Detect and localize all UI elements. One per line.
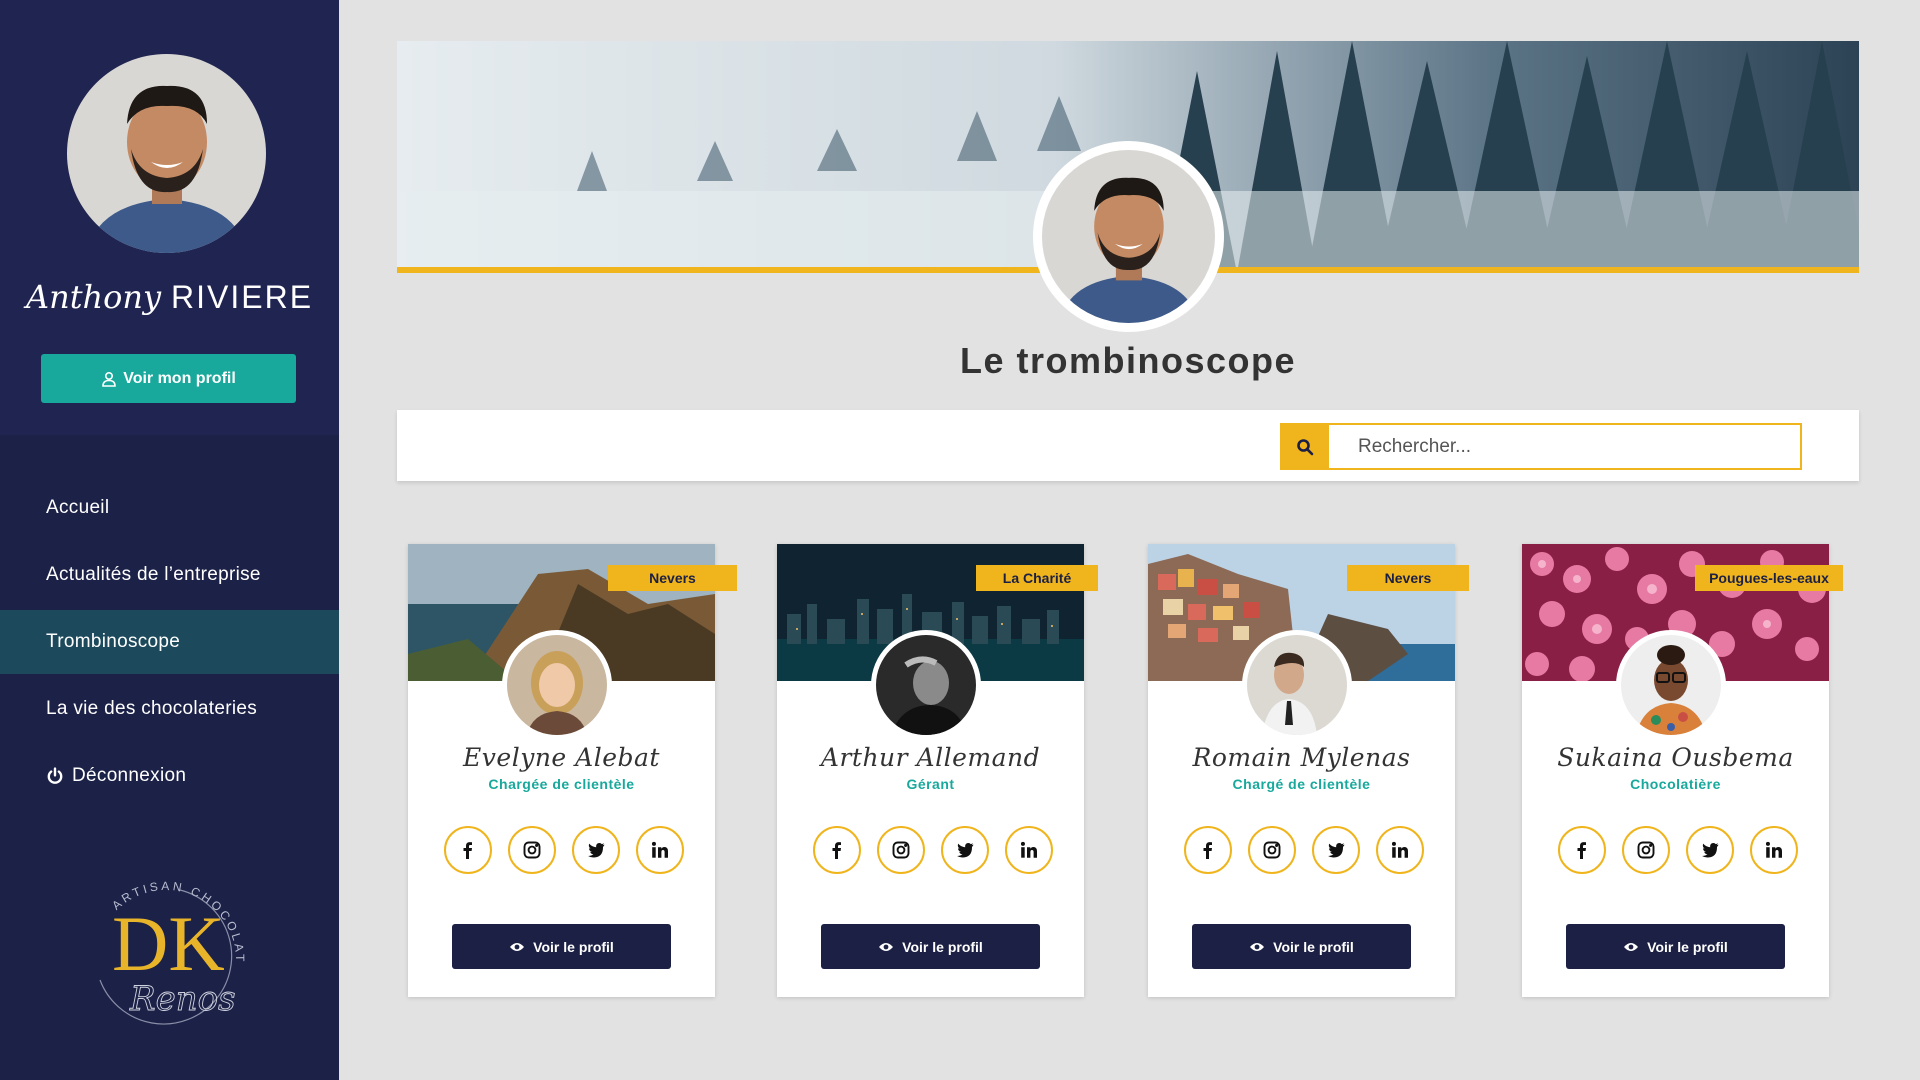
search-input[interactable] — [1329, 423, 1802, 470]
location-badge: Nevers — [608, 565, 737, 591]
view-profile-button[interactable]: Voir le profil — [1566, 924, 1785, 969]
user-name: Anthony RIVIERE — [0, 278, 339, 316]
employee-role: Chargée de clientèle — [488, 776, 635, 792]
employee-card: Pougues-les-eaux Sukaina Ousbema Chocola… — [1522, 544, 1843, 997]
location-badge: La Charité — [976, 565, 1098, 591]
social-links — [1184, 826, 1424, 876]
sidebar: Anthony RIVIERE Voir mon profil Accueil … — [0, 0, 339, 1080]
instagram-icon[interactable] — [877, 826, 925, 874]
employee-card: La Charité Arthur Allemand Gérant Voir l… — [777, 544, 1098, 997]
employee-avatar — [1242, 630, 1352, 740]
sidebar-item-trombinoscope[interactable]: Trombinoscope — [0, 610, 339, 674]
employee-avatar — [1616, 630, 1726, 740]
instagram-icon[interactable] — [508, 826, 556, 874]
view-my-profile-label: Voir mon profil — [123, 369, 236, 387]
user-icon — [102, 371, 117, 387]
user-first-name: Anthony — [25, 278, 162, 316]
page-title: Le trombinoscope — [959, 340, 1297, 381]
instagram-icon[interactable] — [1248, 826, 1296, 874]
power-icon — [47, 767, 63, 784]
employee-name: Evelyne Alebat — [463, 743, 660, 772]
linkedin-icon[interactable] — [636, 826, 684, 874]
linkedin-icon[interactable] — [1376, 826, 1424, 874]
social-links — [813, 826, 1053, 876]
twitter-icon[interactable] — [941, 826, 989, 874]
sidebar-nav: Accueil Actualités de l’entreprise Tromb… — [0, 476, 339, 811]
eye-icon — [1624, 942, 1639, 951]
employee-avatar — [502, 630, 612, 740]
search-button[interactable] — [1280, 423, 1329, 470]
main-user-avatar — [1033, 141, 1224, 332]
user-avatar[interactable] — [67, 54, 266, 253]
employee-avatar — [871, 630, 981, 740]
employee-name: Arthur Allemand — [820, 743, 1041, 772]
twitter-icon[interactable] — [1686, 826, 1734, 874]
logo-signature: Renos — [129, 979, 236, 1019]
employee-role: Chocolatière — [1630, 776, 1721, 792]
sidebar-item-label: Accueil — [46, 497, 110, 518]
view-profile-label: Voir le profil — [1647, 938, 1728, 955]
view-profile-label: Voir le profil — [1273, 938, 1354, 955]
view-my-profile-button[interactable]: Voir mon profil — [41, 354, 296, 403]
logo-monogram: DK — [112, 900, 225, 987]
eye-icon — [510, 942, 525, 951]
facebook-icon[interactable] — [813, 826, 861, 874]
sidebar-item-label: Actualités de l’entreprise — [46, 564, 261, 585]
search-icon — [1296, 438, 1313, 455]
view-profile-button[interactable]: Voir le profil — [821, 924, 1040, 969]
view-profile-button[interactable]: Voir le profil — [1192, 924, 1411, 969]
view-profile-button[interactable]: Voir le profil — [452, 924, 671, 969]
view-profile-label: Voir le profil — [533, 938, 614, 955]
facebook-icon[interactable] — [1558, 826, 1606, 874]
facebook-icon[interactable] — [444, 826, 492, 874]
sidebar-item-label: La vie des chocolateries — [46, 698, 258, 719]
user-last-name: RIVIERE — [171, 279, 314, 315]
twitter-icon[interactable] — [1312, 826, 1360, 874]
sidebar-item-vie-chocolateries[interactable]: La vie des chocolateries — [0, 677, 339, 741]
sidebar-profile-panel: Anthony RIVIERE Voir mon profil — [0, 0, 339, 435]
employee-card: Nevers Romain Mylenas Chargé de clientèl… — [1148, 544, 1469, 997]
instagram-icon[interactable] — [1622, 826, 1670, 874]
social-links — [444, 826, 684, 876]
employee-name: Romain Mylenas — [1192, 743, 1411, 772]
location-badge: Pougues-les-eaux — [1695, 565, 1843, 591]
employee-card: Nevers Evelyne Alebat Chargée de clientè… — [408, 544, 737, 997]
view-profile-label: Voir le profil — [902, 938, 983, 955]
eye-icon — [879, 942, 894, 951]
sidebar-item-label: Trombinoscope — [46, 631, 181, 652]
sidebar-item-actualites[interactable]: Actualités de l’entreprise — [0, 543, 339, 607]
eye-icon — [1250, 942, 1265, 951]
facebook-icon[interactable] — [1184, 826, 1232, 874]
company-logo: ARTISAN CHOCOLATIER DK Renos — [54, 839, 280, 1030]
sidebar-item-deconnexion[interactable]: Déconnexion — [0, 744, 339, 808]
employee-role: Chargé de clientèle — [1232, 776, 1371, 792]
linkedin-icon[interactable] — [1005, 826, 1053, 874]
twitter-icon[interactable] — [572, 826, 620, 874]
sidebar-item-accueil[interactable]: Accueil — [0, 476, 339, 540]
employee-role: Gérant — [906, 776, 955, 792]
linkedin-icon[interactable] — [1750, 826, 1798, 874]
sidebar-item-label: Déconnexion — [72, 765, 187, 786]
employee-name: Sukaina Ousbema — [1557, 743, 1794, 772]
location-badge: Nevers — [1347, 565, 1469, 591]
social-links — [1558, 826, 1798, 876]
